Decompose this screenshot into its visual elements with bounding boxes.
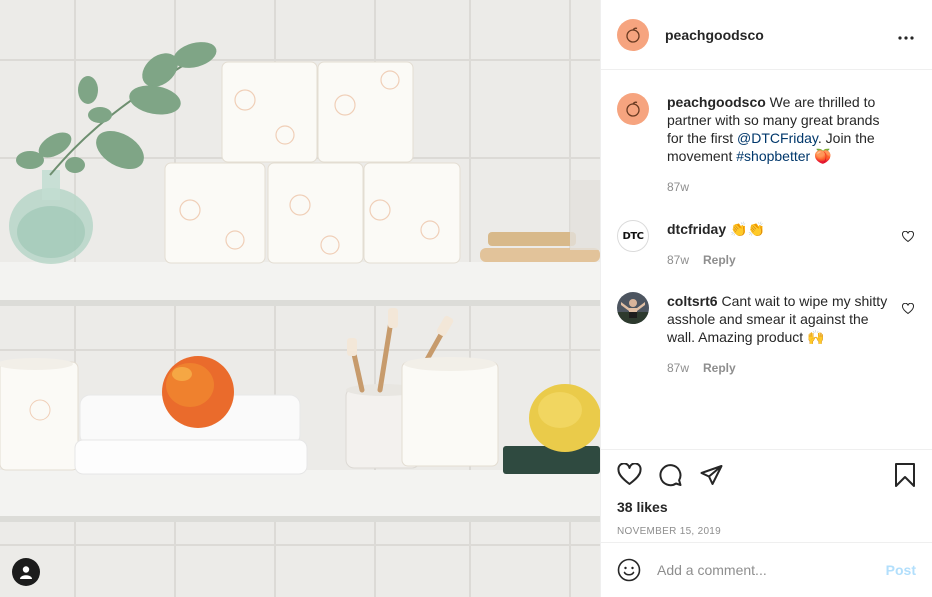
user-photo-avatar (617, 292, 649, 324)
comment-text: coltsrt6 Cant wait to wipe my shitty ass… (667, 292, 899, 346)
heart-icon (901, 302, 915, 315)
smiley-face-icon (617, 558, 641, 582)
comment-item: DTC dtcfriday 👏👏 87w Reply (617, 220, 916, 269)
comment-meta: 87w Reply (667, 251, 899, 269)
emoji-picker-button[interactable] (617, 558, 641, 582)
comment-timestamp[interactable]: 87w (667, 359, 689, 377)
post-image[interactable] (0, 0, 600, 597)
peach-logo-icon (626, 101, 640, 117)
like-comment-button[interactable] (901, 302, 915, 320)
avatar[interactable] (617, 292, 649, 324)
bookmark-icon (895, 463, 915, 487)
comment-icon (659, 464, 682, 487)
add-comment-bar: Post (601, 542, 932, 597)
more-horizontal-icon (898, 36, 914, 40)
tagged-users-button[interactable] (12, 558, 40, 586)
comment-meta: 87w Reply (667, 359, 899, 377)
save-button[interactable] (894, 463, 916, 487)
comment-text: dtcfriday 👏👏 (667, 220, 899, 238)
user-icon (20, 566, 32, 579)
heart-icon (901, 230, 915, 243)
comment-timestamp[interactable]: 87w (667, 178, 689, 196)
post-caption: peachgoodsco We are thrilled to partner … (617, 93, 916, 196)
avatar[interactable] (617, 18, 649, 51)
peach-logo-icon (626, 27, 640, 43)
post-header: peachgoodsco (601, 0, 932, 70)
peach-emoji: 🍑 (810, 148, 832, 164)
share-button[interactable] (699, 463, 724, 487)
comment-input[interactable] (657, 562, 886, 578)
post-side-panel: peachgoodsco peachgoodsco We are thrille… (600, 0, 932, 597)
reply-button[interactable]: Reply (703, 359, 736, 377)
mention-link[interactable]: @DTCFriday (737, 130, 818, 146)
post-comment-button[interactable]: Post (886, 562, 916, 578)
share-icon (700, 465, 723, 485)
comment-username[interactable]: dtcfriday (667, 221, 726, 237)
comment-meta: 87w (667, 178, 899, 196)
hashtag-link[interactable]: #shopbetter (736, 148, 810, 164)
comment-username[interactable]: peachgoodsco (667, 94, 766, 110)
caption-text: peachgoodsco We are thrilled to partner … (667, 93, 899, 165)
heart-icon (617, 463, 642, 485)
like-button[interactable] (617, 463, 642, 487)
comment-username[interactable]: coltsrt6 (667, 293, 718, 309)
more-options-button[interactable] (896, 24, 916, 45)
post-author-username[interactable]: peachgoodsco (665, 27, 764, 43)
comments-list[interactable]: peachgoodsco We are thrilled to partner … (601, 71, 932, 449)
comment-item: coltsrt6 Cant wait to wipe my shitty ass… (617, 292, 916, 377)
post-actions: 38 likes November 15, 2019 (601, 449, 932, 537)
avatar[interactable]: DTC (617, 220, 649, 252)
action-bar (617, 450, 916, 498)
reply-button[interactable]: Reply (703, 251, 736, 269)
comment-timestamp[interactable]: 87w (667, 251, 689, 269)
dtc-logo-text: DTC (622, 230, 644, 242)
post-date[interactable]: November 15, 2019 (617, 526, 916, 537)
like-comment-button[interactable] (901, 230, 915, 248)
comment-content: 👏👏 (726, 221, 765, 237)
bathroom-shelf-photo (0, 0, 600, 597)
comment-button[interactable] (658, 463, 683, 487)
avatar[interactable] (617, 93, 649, 125)
likes-count[interactable]: 38 likes (617, 499, 916, 515)
